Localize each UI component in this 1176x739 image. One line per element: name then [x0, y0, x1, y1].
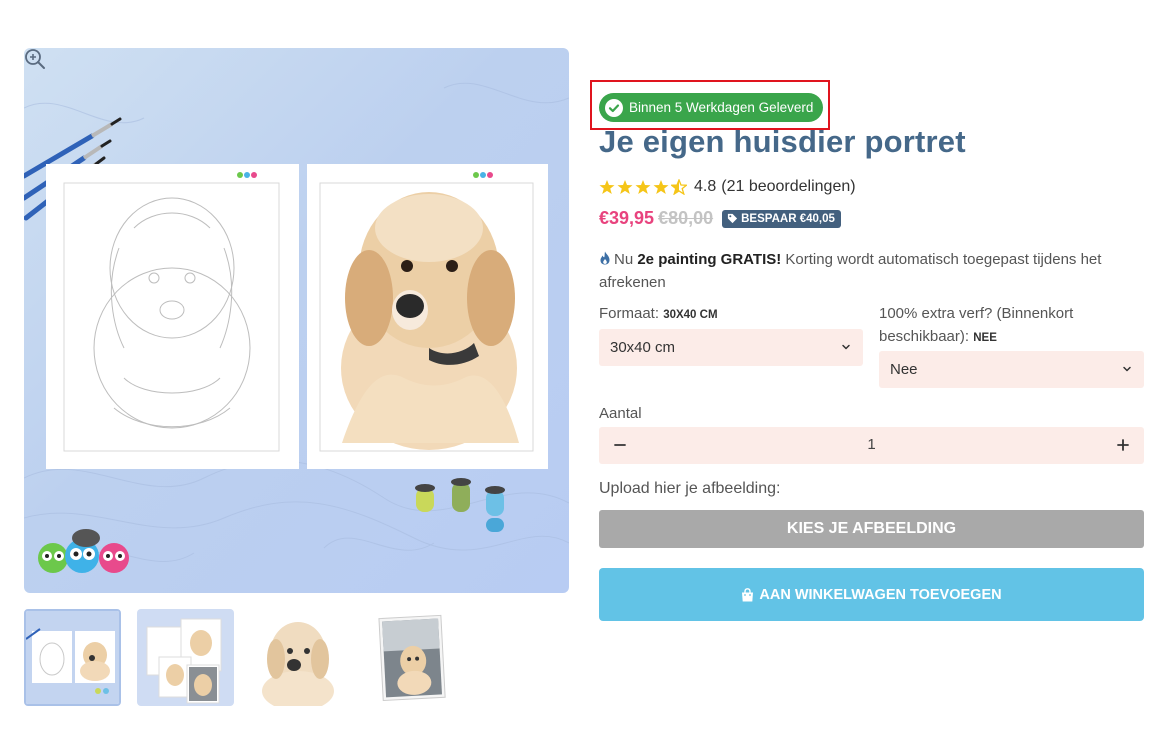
- format-select[interactable]: 30x40 cm: [599, 329, 863, 366]
- thumbnail-1[interactable]: [24, 609, 121, 706]
- format-label-text: Formaat:: [599, 305, 664, 322]
- chevron-down-icon: [842, 344, 850, 350]
- delivery-badge: Binnen 5 Werkdagen Geleverd: [599, 93, 823, 122]
- product-rating[interactable]: 4.8 (21 beoordelingen): [599, 178, 856, 196]
- star-full-icon: [635, 180, 651, 194]
- tag-icon: [728, 213, 738, 224]
- original-price: €80,00: [658, 208, 714, 228]
- format-label-value: 30X40 CM: [663, 309, 718, 321]
- quantity-input[interactable]: 1: [599, 436, 1144, 453]
- choose-image-button-label: KIES JE AFBEELDING: [786, 520, 957, 537]
- thumbnail-4[interactable]: [363, 609, 460, 706]
- plus-icon[interactable]: [1112, 434, 1134, 456]
- check-circle-icon: [605, 98, 623, 117]
- extra-paint-select[interactable]: Nee: [879, 351, 1144, 388]
- extra-paint-select-value: Nee: [890, 361, 918, 378]
- choose-image-button[interactable]: KIES JE AFBEELDING: [599, 510, 1144, 548]
- thumbnail-3-image: [250, 609, 347, 706]
- quantity-label: Aantal: [599, 405, 642, 422]
- product-title: Je eigen huisdier portret: [599, 124, 966, 159]
- star-half-icon: [671, 179, 687, 195]
- current-price: €39,95: [599, 208, 655, 228]
- rating-score: 4.8: [694, 178, 717, 195]
- delivery-badge-text: Binnen 5 Werkdagen Geleverd: [629, 100, 814, 115]
- add-to-cart-label: AAN WINKELWAGEN TOEVOEGEN: [759, 586, 1002, 603]
- savings-text: BESPAAR €40,05: [741, 212, 835, 225]
- rating-stars: [599, 179, 689, 195]
- product-preview-illustration: [24, 82, 569, 573]
- thumbnail-3[interactable]: [250, 609, 347, 706]
- star-full-icon: [653, 180, 669, 194]
- flame-icon: [600, 251, 610, 265]
- upload-label: Upload hier je afbeelding:: [599, 480, 781, 497]
- promo-text: Nu 2e painting GRATIS! Korting wordt aut…: [599, 248, 1147, 294]
- promo-prefix: Nu: [614, 251, 638, 268]
- format-select-value: 30x40 cm: [610, 339, 676, 356]
- thumbnail-4-image: [363, 609, 460, 706]
- star-full-icon: [599, 180, 615, 194]
- add-to-cart-button[interactable]: AAN WINKELWAGEN TOEVOEGEN: [599, 568, 1144, 621]
- shopping-bag-icon: [742, 587, 754, 601]
- format-label: Formaat: 30X40 CM: [599, 302, 869, 327]
- extra-paint-label: 100% extra verf? (Binnenkort beschikbaar…: [879, 302, 1147, 350]
- price-row: €39,95 €80,00 BESPAAR €40,05: [599, 208, 841, 229]
- thumbnail-2-image: [137, 609, 234, 706]
- savings-badge: BESPAAR €40,05: [722, 209, 841, 228]
- rating-count[interactable]: (21 beoordelingen): [721, 178, 855, 196]
- extra-paint-label-value: NEE: [973, 332, 997, 344]
- chevron-down-icon: [1123, 366, 1131, 372]
- quantity-stepper: 1: [599, 427, 1144, 464]
- zoom-in-icon[interactable]: [24, 48, 46, 70]
- thumbnail-2[interactable]: [137, 609, 234, 706]
- thumbnail-1-image: [26, 611, 119, 704]
- star-full-icon: [617, 180, 633, 194]
- promo-highlight: 2e painting GRATIS!: [637, 251, 782, 268]
- main-product-image[interactable]: [24, 48, 569, 593]
